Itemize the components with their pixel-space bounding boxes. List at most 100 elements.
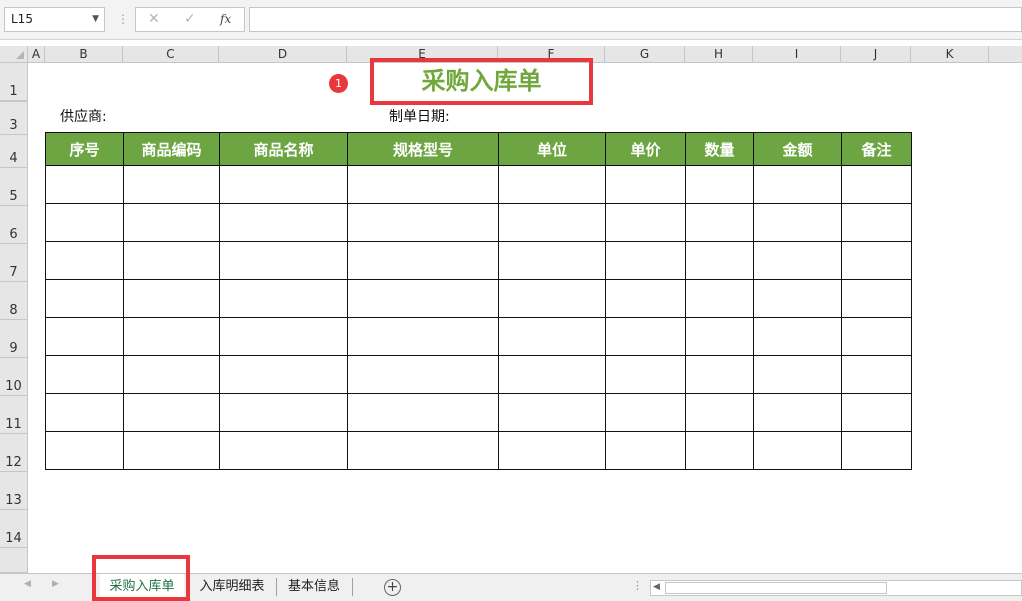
table-cell[interactable]	[753, 355, 842, 394]
table-cell[interactable]	[498, 431, 606, 470]
add-sheet-icon[interactable]: +	[384, 579, 401, 596]
column-header-c[interactable]: C	[123, 46, 219, 63]
table-cell[interactable]	[605, 317, 686, 356]
table-cell[interactable]	[841, 393, 912, 432]
table-cell[interactable]	[123, 317, 220, 356]
check-icon[interactable]: ✓	[184, 11, 196, 27]
table-cell[interactable]	[347, 279, 499, 318]
chevron-down-icon[interactable]: ▼	[92, 8, 99, 31]
table-cell[interactable]	[123, 203, 220, 242]
table-cell[interactable]	[753, 431, 842, 470]
row-header-4[interactable]: 4	[0, 135, 28, 168]
header-cell-index[interactable]: 序号	[45, 132, 124, 166]
header-cell-spec[interactable]: 规格型号	[347, 132, 499, 166]
table-cell[interactable]	[841, 165, 912, 204]
table-cell[interactable]	[123, 393, 220, 432]
column-header-i[interactable]: I	[753, 46, 841, 63]
table-cell[interactable]	[347, 317, 499, 356]
table-cell[interactable]	[45, 241, 124, 280]
table-cell[interactable]	[685, 317, 754, 356]
row-header-3[interactable]: 3	[0, 102, 28, 135]
table-cell[interactable]	[605, 393, 686, 432]
table-cell[interactable]	[123, 355, 220, 394]
table-cell[interactable]	[219, 431, 348, 470]
table-cell[interactable]	[685, 203, 754, 242]
splitter-handle-icon[interactable]: ⋮	[632, 579, 643, 592]
table-cell[interactable]	[45, 203, 124, 242]
table-cell[interactable]	[45, 355, 124, 394]
date-label[interactable]: 制单日期:	[389, 106, 450, 126]
sheet-title[interactable]: 采购入库单	[422, 67, 542, 95]
table-cell[interactable]	[605, 431, 686, 470]
column-header-l[interactable]	[989, 46, 1022, 63]
row-header-5[interactable]: 5	[0, 168, 28, 206]
table-cell[interactable]	[841, 203, 912, 242]
table-cell[interactable]	[219, 355, 348, 394]
header-cell-unit[interactable]: 单位	[498, 132, 606, 166]
scroll-left-icon[interactable]: ◀	[653, 582, 660, 592]
table-cell[interactable]	[605, 165, 686, 204]
row-header-13[interactable]: 13	[0, 472, 28, 510]
table-cell[interactable]	[841, 431, 912, 470]
table-cell[interactable]	[841, 317, 912, 356]
table-cell[interactable]	[45, 279, 124, 318]
table-cell[interactable]	[753, 203, 842, 242]
table-cell[interactable]	[123, 431, 220, 470]
column-header-d[interactable]: D	[219, 46, 347, 63]
table-cell[interactable]	[45, 431, 124, 470]
row-header-7[interactable]: 7	[0, 244, 28, 282]
insert-function-icon[interactable]: fx	[220, 12, 231, 26]
table-cell[interactable]	[685, 431, 754, 470]
table-cell[interactable]	[841, 279, 912, 318]
row-header-10[interactable]: 10	[0, 358, 28, 396]
formula-input[interactable]	[249, 7, 1022, 32]
row-header-6[interactable]: 6	[0, 206, 28, 244]
drag-handle-icon[interactable]: ⋮	[117, 12, 129, 26]
table-cell[interactable]	[605, 279, 686, 318]
column-header-h[interactable]: H	[685, 46, 753, 63]
table-cell[interactable]	[123, 241, 220, 280]
column-header-k[interactable]: K	[911, 46, 989, 63]
table-cell[interactable]	[753, 165, 842, 204]
name-box[interactable]: L15 ▼	[4, 7, 105, 32]
table-cell[interactable]	[685, 393, 754, 432]
table-cell[interactable]	[498, 279, 606, 318]
row-header-11[interactable]: 11	[0, 396, 28, 434]
header-cell-quantity[interactable]: 数量	[685, 132, 754, 166]
row-header-15[interactable]	[0, 548, 28, 573]
table-cell[interactable]	[753, 393, 842, 432]
table-cell[interactable]	[498, 165, 606, 204]
table-cell[interactable]	[753, 241, 842, 280]
table-cell[interactable]	[347, 355, 499, 394]
row-header-1[interactable]: 1	[0, 63, 28, 101]
row-header-14[interactable]: 14	[0, 510, 28, 548]
table-cell[interactable]	[45, 317, 124, 356]
table-cell[interactable]	[498, 355, 606, 394]
table-cell[interactable]	[347, 165, 499, 204]
table-cell[interactable]	[753, 317, 842, 356]
table-cell[interactable]	[347, 393, 499, 432]
table-cell[interactable]	[498, 393, 606, 432]
table-cell[interactable]	[219, 165, 348, 204]
table-cell[interactable]	[753, 279, 842, 318]
table-cell[interactable]	[45, 393, 124, 432]
header-cell-product-name[interactable]: 商品名称	[219, 132, 348, 166]
table-cell[interactable]	[498, 317, 606, 356]
table-cell[interactable]	[841, 241, 912, 280]
table-cell[interactable]	[45, 165, 124, 204]
table-cell[interactable]	[219, 317, 348, 356]
header-cell-remarks[interactable]: 备注	[841, 132, 912, 166]
column-header-g[interactable]: G	[605, 46, 685, 63]
table-cell[interactable]	[219, 279, 348, 318]
table-cell[interactable]	[685, 279, 754, 318]
supplier-label[interactable]: 供应商:	[60, 106, 107, 126]
tab-basic-info[interactable]: 基本信息	[280, 574, 348, 600]
table-cell[interactable]	[605, 241, 686, 280]
table-cell[interactable]	[347, 431, 499, 470]
horizontal-scrollbar[interactable]: ◀	[650, 580, 1022, 596]
column-header-b[interactable]: B	[45, 46, 123, 63]
header-cell-unit-price[interactable]: 单价	[605, 132, 686, 166]
row-header-9[interactable]: 9	[0, 320, 28, 358]
table-cell[interactable]	[123, 165, 220, 204]
cancel-icon[interactable]: ✕	[148, 11, 160, 27]
